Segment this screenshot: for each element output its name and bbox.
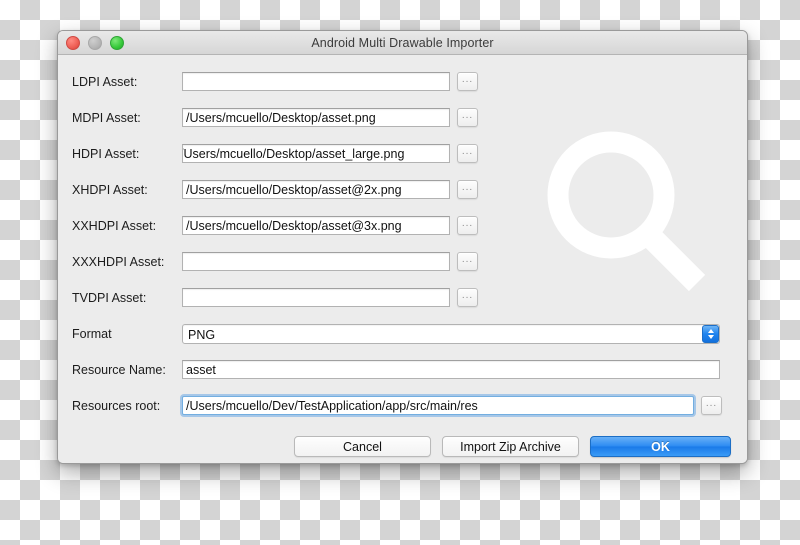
- tvdpi-browse-button[interactable]: ...: [457, 288, 478, 307]
- mdpi-browse-button[interactable]: ...: [457, 108, 478, 127]
- row-xxhdpi: XXHDPI Asset: /Users/mcuello/Desktop/ass…: [58, 213, 747, 238]
- row-ldpi: LDPI Asset: ...: [58, 69, 747, 94]
- chevron-up-icon: [707, 328, 714, 333]
- asset-form: LDPI Asset: ... MDPI Asset: /Users/mcuel…: [58, 55, 747, 457]
- tvdpi-input[interactable]: [182, 288, 450, 307]
- row-resources-root: Resources root: /Users/mcuello/Dev/TestA…: [58, 393, 747, 418]
- row-format: Format PNG: [58, 321, 747, 346]
- dialog-body: LDPI Asset: ... MDPI Asset: /Users/mcuel…: [58, 55, 747, 463]
- window-title: Android Multi Drawable Importer: [311, 35, 494, 50]
- xxxhdpi-browse-button[interactable]: ...: [457, 252, 478, 271]
- tvdpi-label: TVDPI Asset:: [72, 290, 147, 305]
- format-select[interactable]: PNG: [182, 323, 720, 344]
- ldpi-browse-button[interactable]: ...: [457, 72, 478, 91]
- cancel-button[interactable]: Cancel: [294, 436, 431, 457]
- xxhdpi-label: XXHDPI Asset:: [72, 218, 157, 233]
- xxxhdpi-label: XXXHDPI Asset:: [72, 254, 165, 269]
- row-hdpi: HDPI Asset: /Users/mcuello/Desktop/asset…: [58, 141, 747, 166]
- resource-name-input[interactable]: asset: [182, 360, 720, 379]
- resources-root-input[interactable]: /Users/mcuello/Dev/TestApplication/app/s…: [182, 396, 694, 415]
- row-xxxhdpi: XXXHDPI Asset: ...: [58, 249, 747, 274]
- format-selected-value: PNG: [188, 327, 216, 342]
- resources-root-label: Resources root:: [72, 398, 161, 413]
- import-zip-archive-button[interactable]: Import Zip Archive: [442, 436, 579, 457]
- ok-button[interactable]: OK: [590, 436, 731, 457]
- xxxhdpi-input[interactable]: [182, 252, 450, 271]
- row-mdpi: MDPI Asset: /Users/mcuello/Desktop/asset…: [58, 105, 747, 130]
- zoom-button[interactable]: [110, 35, 124, 50]
- row-resource-name: Resource Name: asset: [58, 357, 747, 382]
- minimize-button[interactable]: [88, 35, 102, 50]
- button-bar: Cancel Import Zip Archive OK: [58, 429, 747, 457]
- format-label: Format: [72, 326, 112, 341]
- dialog-window: Android Multi Drawable Importer LDPI Ass…: [57, 30, 748, 464]
- xhdpi-browse-button[interactable]: ...: [457, 180, 478, 199]
- resource-name-label: Resource Name:: [72, 362, 166, 377]
- xhdpi-label: XHDPI Asset:: [72, 182, 148, 197]
- close-button[interactable]: [66, 35, 80, 50]
- resources-root-browse-button[interactable]: ...: [701, 396, 722, 415]
- row-tvdpi: TVDPI Asset: ...: [58, 285, 747, 310]
- chevron-updown-icon[interactable]: [702, 324, 719, 343]
- xxhdpi-browse-button[interactable]: ...: [457, 216, 478, 235]
- hdpi-label: HDPI Asset:: [72, 146, 140, 161]
- mdpi-input[interactable]: /Users/mcuello/Desktop/asset.png: [182, 108, 450, 127]
- window-controls: [66, 31, 124, 54]
- mdpi-label: MDPI Asset:: [72, 110, 141, 125]
- hdpi-browse-button[interactable]: ...: [457, 144, 478, 163]
- xhdpi-input[interactable]: /Users/mcuello/Desktop/asset@2x.png: [182, 180, 450, 199]
- hdpi-input[interactable]: /Users/mcuello/Desktop/asset_large.png: [182, 144, 450, 163]
- ldpi-label: LDPI Asset:: [72, 74, 138, 89]
- title-bar[interactable]: Android Multi Drawable Importer: [58, 31, 747, 55]
- xxhdpi-input[interactable]: /Users/mcuello/Desktop/asset@3x.png: [182, 216, 450, 235]
- ldpi-input[interactable]: [182, 72, 450, 91]
- chevron-down-icon: [707, 334, 714, 339]
- row-xhdpi: XHDPI Asset: /Users/mcuello/Desktop/asse…: [58, 177, 747, 202]
